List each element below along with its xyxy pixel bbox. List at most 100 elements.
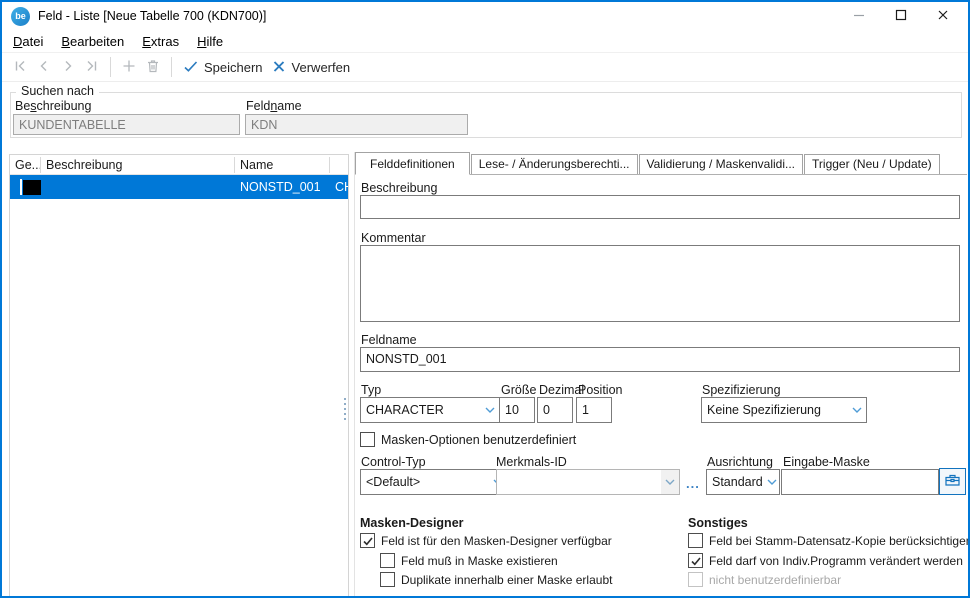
checkbox-box [380,572,395,587]
delete-record-button[interactable] [141,55,165,80]
checkmark-icon [182,58,199,77]
checkbox-box [380,553,395,568]
redacted-cell-content [23,180,41,195]
first-record-icon [12,58,28,77]
save-label: Speichern [204,60,263,75]
plus-icon [121,58,137,77]
merkmals-id-select[interactable] [496,469,680,495]
x-icon [271,58,287,77]
control-typ-label: Control-Typ [361,455,426,469]
menubar: Datei Bearbeiten Extras Hilfe [2,30,968,52]
kommentar-label: Kommentar [361,231,426,245]
last-record-button[interactable] [80,55,104,80]
feldname-label: Feldname [361,333,417,347]
menu-extras[interactable]: Extras [133,32,188,51]
stamm-datensatz-kopie-checkbox[interactable]: Feld bei Stamm-Datensatz-Kopie berücksic… [688,533,970,548]
briefcase-icon [944,472,961,491]
toolbar: Speichern Verwerfen [2,52,968,82]
add-record-button[interactable] [117,55,141,80]
indiv-programm-checkbox[interactable]: Feld darf von Indiv.Programm verändert w… [688,553,963,568]
ge-cell [10,175,41,199]
feld-muss-existieren-checkbox[interactable]: Feld muß in Maske existieren [380,553,558,568]
feldname-search-label: Feldname [246,99,302,113]
minimize-button[interactable] [838,2,880,30]
list-header: Ge... Beschreibung Name [10,155,348,175]
toolbar-separator [110,57,111,77]
maximize-icon [895,9,907,24]
beschreibung-search-label: Beschreibung [15,99,91,113]
table-row[interactable]: NONSTD_001 CHARACTER [10,175,348,199]
tab-validierung[interactable]: Validierung / Maskenvalidi... [639,154,804,174]
position-input[interactable]: 1 [576,397,612,423]
chevron-down-icon [848,398,866,422]
previous-record-icon [36,58,52,77]
spezifizierung-select[interactable]: Keine Spezifizierung [701,397,867,423]
previous-record-button[interactable] [32,55,56,80]
chevron-down-icon [481,398,499,422]
typ-select[interactable]: CHARACTER [360,397,500,423]
feldname-search-input[interactable]: KDN [245,114,468,135]
checkbox-box [360,432,375,447]
first-record-button[interactable] [8,55,32,80]
splitter-handle[interactable] [341,398,349,426]
eingabe-maske-label: Eingabe-Maske [783,455,870,469]
masken-optionen-checkbox[interactable]: Masken-Optionen benutzerdefiniert [360,432,576,447]
detail-panel: Felddefinitionen Lese- / Änderungsberech… [354,152,967,598]
ausrichtung-label: Ausrichtung [707,455,773,469]
nicht-benutzerdefinierbar-checkbox[interactable]: nicht benutzerdefinierbar [688,572,841,587]
feldname-input[interactable]: NONSTD_001 [360,347,960,372]
column-header-name[interactable]: Name [235,157,330,173]
app-window: be Feld - Liste [Neue Tabelle 700 (KDN70… [0,0,970,598]
spezifizierung-label: Spezifizierung [702,383,781,397]
menu-datei[interactable]: Datei [4,32,52,51]
merkmals-id-label: Merkmals-ID [496,455,567,469]
close-button[interactable] [922,2,964,30]
typ-cell: CHARACTER [330,175,348,199]
duplikate-erlaubt-checkbox[interactable]: Duplikate innerhalb einer Maske erlaubt [380,572,612,587]
column-header-extra[interactable] [330,157,348,173]
column-header-beschreibung[interactable]: Beschreibung [41,157,235,173]
sonstiges-heading: Sonstiges [688,516,748,530]
tabstrip: Felddefinitionen Lese- / Änderungsberech… [355,152,967,175]
merkmals-id-more-button[interactable]: ... [686,476,700,491]
masken-optionen-label: Masken-Optionen benutzerdefiniert [381,433,576,447]
search-group-label: Suchen nach [16,84,99,98]
ausrichtung-select[interactable]: Standard [706,469,780,495]
search-group: Suchen nach Beschreibung KUNDENTABELLE F… [10,92,962,138]
chevron-down-icon [764,470,779,494]
window-controls [838,2,964,30]
app-icon: be [11,7,30,26]
maximize-button[interactable] [880,2,922,30]
eingabe-maske-input[interactable] [781,469,939,495]
trash-icon [145,58,161,77]
tab-felddefinitionen[interactable]: Felddefinitionen [355,152,470,175]
dezimal-input[interactable]: 0 [537,397,573,423]
save-button[interactable]: Speichern [178,55,267,80]
kommentar-textarea[interactable] [360,245,960,322]
tab-trigger[interactable]: Trigger (Neu / Update) [804,154,940,174]
last-record-icon [84,58,100,77]
feld-verfuegbar-checkbox[interactable]: Feld ist für den Masken-Designer verfügb… [360,533,612,548]
discard-label: Verwerfen [292,60,351,75]
next-record-button[interactable] [56,55,80,80]
menu-hilfe[interactable]: Hilfe [188,32,232,51]
toolbar-separator [171,57,172,77]
titlebar: be Feld - Liste [Neue Tabelle 700 (KDN70… [2,2,968,30]
beschreibung-input[interactable] [360,195,960,219]
eingabe-maske-picker-button[interactable] [939,468,966,495]
menu-bearbeiten[interactable]: Bearbeiten [52,32,133,51]
checkbox-box [688,533,703,548]
groesse-label: Größe [501,383,536,397]
groesse-input[interactable]: 10 [499,397,535,423]
next-record-icon [60,58,76,77]
tab-lese-aenderungsberechtigung[interactable]: Lese- / Änderungsberechti... [471,154,638,174]
beschreibung-label: Beschreibung [361,181,437,195]
checkbox-box [688,553,703,568]
field-list: Ge... Beschreibung Name NONSTD_001 CHARA… [9,154,349,598]
control-typ-select[interactable]: <Default> [360,469,508,495]
close-icon [937,9,949,24]
chevron-down-icon [661,470,679,494]
discard-button[interactable]: Verwerfen [267,55,355,80]
column-header-ge[interactable]: Ge... [10,157,41,173]
beschreibung-search-input[interactable]: KUNDENTABELLE [13,114,240,135]
